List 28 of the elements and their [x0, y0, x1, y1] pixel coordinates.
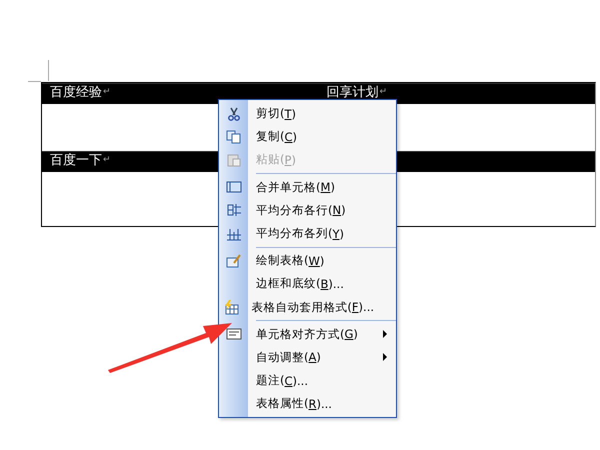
- paragraph-mark: ↵: [103, 86, 111, 99]
- menu-item[interactable]: 自动调整(A): [248, 350, 396, 365]
- menu-item[interactable]: 题注(C)...: [248, 373, 396, 388]
- menu-item[interactable]: 表格自动套用格式(F)...: [243, 300, 396, 315]
- menu-item[interactable]: 剪切(T): [248, 106, 396, 122]
- paragraph-mark: ↵: [103, 154, 111, 167]
- scissors-icon: [226, 106, 242, 122]
- submenu-arrow-icon: [383, 330, 387, 338]
- menu-item[interactable]: 平均分布各行(N): [248, 202, 396, 218]
- cell-text: 百度一下: [50, 153, 102, 168]
- cell-text: 百度经验: [50, 85, 102, 100]
- menu-item[interactable]: 绘制表格(W): [248, 253, 396, 268]
- text-lines-icon: [226, 326, 242, 342]
- submenu-arrow-icon: [383, 353, 387, 362]
- paragraph-mark: ↵: [380, 86, 388, 99]
- copy-icon: [226, 128, 242, 145]
- clipboard-icon: [226, 152, 242, 168]
- rows-icon: [226, 202, 242, 218]
- menu-item[interactable]: 平均分布各列(Y): [248, 226, 396, 242]
- cell-text: 回享计划: [326, 85, 378, 100]
- lightning-table-icon: [223, 299, 240, 316]
- pencil-table-icon: [226, 252, 242, 269]
- menu-item[interactable]: 复制(C): [248, 129, 396, 144]
- menu-item[interactable]: 合并单元格(M): [248, 180, 396, 195]
- menu-item[interactable]: 单元格对齐方式(G): [248, 326, 396, 342]
- menu-item[interactable]: 表格属性(R)...: [248, 396, 396, 412]
- menu-item[interactable]: 边框和底纹(B)...: [248, 276, 396, 292]
- table-merge-icon: [226, 179, 242, 196]
